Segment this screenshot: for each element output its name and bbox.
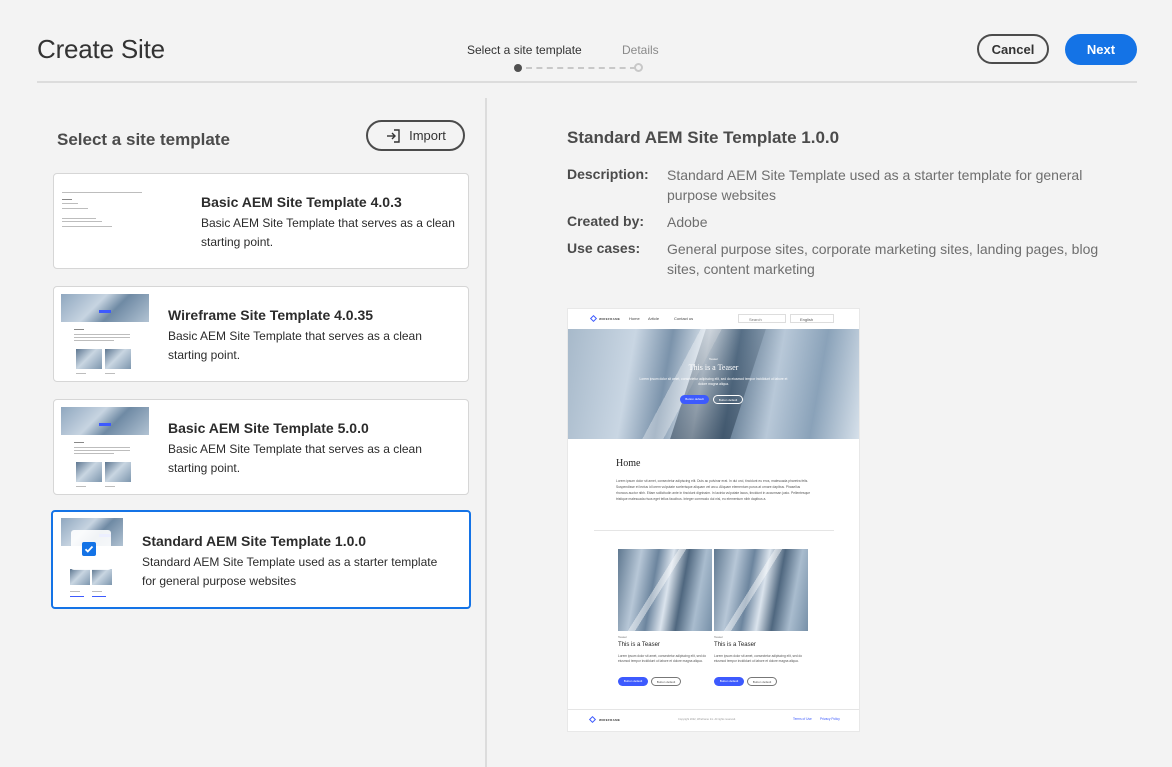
- preview-card-text: Lorem ipsum dolor sit amet, consectetur …: [714, 654, 803, 663]
- template-card-standard-1-0-0[interactable]: Standard AEM Site Template 1.0.0 Standar…: [51, 510, 471, 609]
- import-icon: [387, 128, 400, 143]
- selected-checkbox-wrap: [71, 530, 111, 570]
- preview-hero-text: Lorem ipsum dolor sit amet, consectetur …: [639, 377, 788, 386]
- template-description: Basic AEM Site Template that serves as a…: [168, 329, 422, 362]
- preview-card-title: This is a Teaser: [618, 642, 660, 648]
- preview-search-placeholder: Search: [749, 317, 762, 322]
- header-divider: [37, 81, 1137, 83]
- cancel-button[interactable]: Cancel: [977, 34, 1049, 64]
- template-name: Basic AEM Site Template 4.0.3: [201, 194, 402, 210]
- use-cases-label: Use cases:: [567, 240, 641, 256]
- description-value: Standard AEM Site Template used as a sta…: [667, 167, 1083, 203]
- checkmark-icon: [84, 545, 94, 553]
- preview-body-text: Lorem ipsum dolor sit amet, consectetur …: [616, 479, 811, 501]
- template-name: Basic AEM Site Template 5.0.0: [168, 420, 369, 436]
- preview-hero-button-secondary: Button default: [713, 395, 743, 404]
- preview-divider: [594, 530, 834, 531]
- preview-card-button-secondary: Button default: [747, 677, 777, 686]
- preview-card-kicker: Teaser: [618, 635, 628, 639]
- preview-card-text: Lorem ipsum dolor sit amet, consectetur …: [618, 654, 707, 663]
- step-dot-inactive: [634, 63, 643, 72]
- preview-navbar: WIREFRAME Home Article Contact us Search…: [568, 309, 859, 329]
- created-by-label: Created by:: [567, 213, 645, 229]
- import-label: Import: [409, 128, 446, 143]
- step-progress-track: [526, 67, 636, 69]
- step-dot-active: [514, 64, 522, 72]
- preview-hero-title: This is a Teaser: [688, 363, 739, 372]
- preview-language-select: English: [790, 314, 834, 323]
- preview-card-kicker: Teaser: [714, 635, 724, 639]
- import-button[interactable]: Import: [366, 120, 465, 151]
- wireframe-logo-icon: [589, 314, 598, 323]
- preview-card-button-secondary: Button default: [651, 677, 681, 686]
- preview-brand: WIREFRAME: [599, 317, 621, 321]
- preview-card-button-primary: Button default: [714, 677, 744, 686]
- preview-card-image: [618, 549, 712, 631]
- template-description: Basic AEM Site Template that serves as a…: [168, 442, 422, 475]
- template-description: Standard AEM Site Template used as a sta…: [142, 555, 438, 588]
- preview-hero-kicker: Teaser: [708, 357, 718, 361]
- preview-hero: Teaser This is a Teaser Lorem ipsum dolo…: [568, 329, 859, 439]
- step-progress: [514, 63, 644, 73]
- header: Create Site Select a site template Detai…: [0, 0, 1172, 83]
- template-thumbnail: [60, 180, 150, 264]
- preview-search: Search: [738, 314, 786, 323]
- preview-card-image: [714, 549, 808, 631]
- step-details: Details: [622, 43, 659, 57]
- template-list-title: Select a site template: [57, 130, 230, 149]
- preview-footer-copyright: Copyright 2022, Wireframe Inc. All right…: [678, 718, 736, 721]
- template-card-wireframe-4-0-35[interactable]: Wireframe Site Template 4.0.35 Basic AEM…: [53, 286, 469, 382]
- template-thumbnail: [60, 406, 150, 490]
- preview-card-button-primary: Button default: [618, 677, 648, 686]
- preview-card-title: This is a Teaser: [714, 642, 756, 648]
- template-name: Standard AEM Site Template 1.0.0: [142, 533, 367, 549]
- preview-nav-home: Home: [629, 316, 640, 321]
- template-description: Basic AEM Site Template that serves as a…: [201, 216, 455, 249]
- preview-nav-contact: Contact us: [674, 316, 694, 321]
- pane-divider: [485, 98, 487, 767]
- template-card-basic-5-0-0[interactable]: Basic AEM Site Template 5.0.0 Basic AEM …: [53, 399, 469, 495]
- preview-footer-terms: Terms of Use: [793, 717, 812, 721]
- use-cases-value: General purpose sites, corporate marketi…: [667, 241, 1099, 277]
- template-preview: WIREFRAME Home Article Contact us Search…: [567, 308, 860, 732]
- preview-language: English: [800, 317, 814, 322]
- wireframe-logo-icon: [588, 715, 597, 724]
- preview-footer-brand: WIREFRAME: [599, 718, 621, 722]
- created-by-value: Adobe: [667, 214, 708, 230]
- preview-hero-button-primary: Button default: [680, 395, 709, 404]
- template-name: Wireframe Site Template 4.0.35: [168, 307, 374, 323]
- selected-checkbox[interactable]: [82, 542, 96, 556]
- preview-footer-privacy: Privacy Policy: [820, 717, 840, 721]
- step-select-template: Select a site template: [467, 43, 582, 57]
- template-thumbnail: [60, 293, 150, 377]
- preview-nav-article: Article: [648, 316, 660, 321]
- template-card-basic-4-0-3[interactable]: Basic AEM Site Template 4.0.3 Basic AEM …: [53, 173, 469, 269]
- next-button[interactable]: Next: [1065, 34, 1137, 65]
- description-label: Description:: [567, 166, 649, 182]
- template-list-pane: Select a site template Import Basic AEM …: [0, 98, 486, 767]
- page-title: Create Site: [37, 34, 165, 64]
- template-details-title: Standard AEM Site Template 1.0.0: [567, 128, 840, 147]
- preview-footer-divider: [568, 709, 859, 710]
- preview-page-heading: Home: [616, 458, 641, 469]
